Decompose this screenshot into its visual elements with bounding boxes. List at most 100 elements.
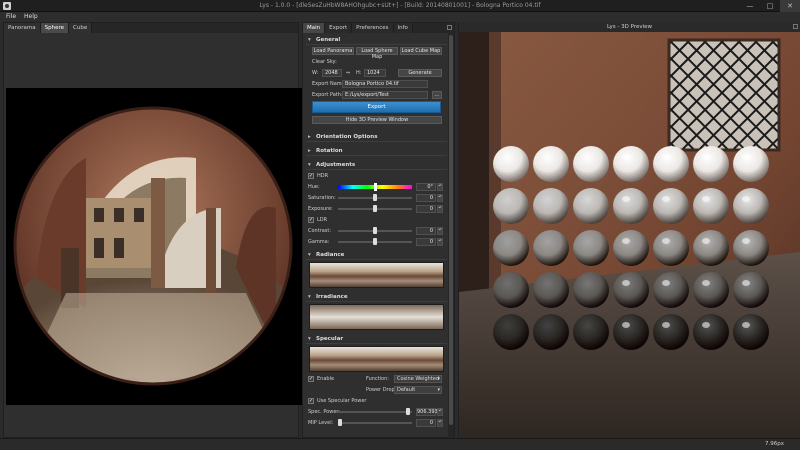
material-sphere [493,314,529,350]
tab-main[interactable]: Main [303,23,326,33]
spin-arrows-icon[interactable]: ▴▾ [437,183,443,191]
spec-power-slider[interactable] [338,408,412,415]
spin-arrows-icon[interactable]: ▴▾ [437,238,443,246]
tab-panorama[interactable]: Panorama [4,23,41,33]
sphere-highlight [702,280,710,286]
slider-knob[interactable] [373,205,377,212]
load-cube-map-button[interactable]: Load Cube Map [400,47,442,55]
minimize-button[interactable]: — [740,0,760,12]
spin-arrows-icon[interactable]: ▴▾ [437,194,443,202]
window-title: Lys - 1.0.0 - [dleSesZuHbW8AHOhgubc+sUt+… [259,2,541,9]
contrast-row: Contrast: 0 ▴▾ [306,226,447,236]
undock-icon[interactable] [447,25,452,30]
mip-level-slider[interactable] [338,419,412,426]
height-label: H: [356,70,362,76]
panel-dock-controls [447,25,452,30]
section-adjustments[interactable]: ▾ Adjustments [306,160,447,170]
section-title: Adjustments [316,162,356,168]
link-icon[interactable]: ⇔ [346,68,350,78]
tab-cube[interactable]: Cube [69,23,93,33]
tab-info[interactable]: Info [393,23,413,33]
maximize-button[interactable]: □ [760,0,780,12]
scrollbar-thumb[interactable] [449,35,453,425]
browse-button[interactable]: ... [432,91,442,99]
sphere-highlight [742,238,750,244]
slider-knob[interactable] [338,419,342,426]
load-panorama-button[interactable]: Load Panorama [312,47,354,55]
sphere-highlight [702,196,710,202]
material-sphere [653,188,689,224]
gamma-value[interactable]: 0 [416,238,436,246]
preview-viewport[interactable] [459,32,800,438]
tab-export[interactable]: Export [325,23,353,33]
menu-file[interactable]: File [6,12,16,22]
hdr-checkbox[interactable]: ✓ [308,173,314,179]
material-sphere [573,188,609,224]
material-sphere [693,272,729,308]
section-irradiance[interactable]: ▾ Irradiance [306,292,447,302]
slider-knob[interactable] [374,183,377,191]
menu-help[interactable]: Help [24,12,38,22]
sphere-highlight [742,154,750,160]
sphere-highlight [622,280,630,286]
radiance-preview-image [309,262,444,288]
section-title: Specular [316,336,344,342]
hue-value[interactable]: 0° [416,183,436,191]
slider-knob[interactable] [373,227,377,234]
load-buttons-row: Load Panorama Load Sphere Map Load Cube … [306,46,447,60]
export-name-input[interactable]: Bologna Portico 04.tif [342,80,428,88]
collapse-arrow-icon: ▾ [308,162,311,168]
export-path-label: Export Path: [312,92,343,98]
spec-power-value[interactable]: 906.393 [416,408,438,416]
hide-preview-button[interactable]: Hide 3D Preview Window [312,116,442,124]
ldr-checkbox[interactable]: ✓ [308,217,314,223]
undock-icon[interactable] [793,24,798,29]
section-specular[interactable]: ▾ Specular [306,334,447,344]
function-select[interactable]: Cosine Weighted [394,375,442,383]
width-input[interactable]: 2048 [322,69,342,77]
material-sphere [493,188,529,224]
exposure-value[interactable]: 0 [416,205,436,213]
sphere-highlight [622,196,630,202]
export-button[interactable]: Export [312,101,441,113]
height-input[interactable]: 1024 [364,69,386,77]
mip-level-value[interactable]: 0 [416,419,436,427]
slider-knob[interactable] [373,238,377,245]
exposure-slider[interactable] [338,205,412,212]
spin-arrows-icon[interactable]: ▴▾ [437,419,443,427]
load-sphere-map-button[interactable]: Load Sphere Map [356,47,398,60]
saturation-label: Saturation: [308,195,336,201]
section-general[interactable]: ▾ General [306,35,447,45]
slider-knob[interactable] [373,194,377,201]
power-drop-select[interactable]: Default [394,386,442,394]
contrast-value[interactable]: 0 [416,227,436,235]
contrast-slider[interactable] [338,227,412,234]
section-radiance[interactable]: ▾ Radiance [306,250,447,260]
gamma-slider[interactable] [338,238,412,245]
spin-arrows-icon[interactable]: ▴▾ [437,227,443,235]
tab-sphere[interactable]: Sphere [40,23,70,33]
material-sphere [733,314,769,350]
sphere-highlight [702,154,710,160]
section-title: Orientation Options [316,134,378,140]
panel-scrollbar[interactable] [448,33,454,439]
spin-arrows-icon[interactable]: ▴▾ [437,408,443,416]
close-button[interactable]: ✕ [780,0,800,12]
section-title: General [316,37,341,43]
slider-knob[interactable] [406,408,410,415]
section-orientation[interactable]: ▸ Orientation Options [306,132,447,142]
sphere-viewport[interactable] [6,88,302,405]
material-sphere [693,146,729,182]
specular-enable-checkbox[interactable]: ✓ [308,376,314,382]
generate-button[interactable]: Generate [398,69,442,77]
ldr-label: LDR [317,217,328,223]
hue-slider[interactable] [338,183,412,191]
use-spec-power-checkbox[interactable]: ✓ [308,398,314,404]
size-row: W: 2048 ⇔ H: 1024 Generate [306,68,447,78]
tab-preferences[interactable]: Preferences [352,23,394,33]
spin-arrows-icon[interactable]: ▴▾ [437,205,443,213]
saturation-value[interactable]: 0 [416,194,436,202]
export-path-input[interactable]: E:/Lys/export/Test [342,91,428,99]
saturation-slider[interactable] [338,194,412,201]
section-rotation[interactable]: ▸ Rotation [306,146,447,156]
